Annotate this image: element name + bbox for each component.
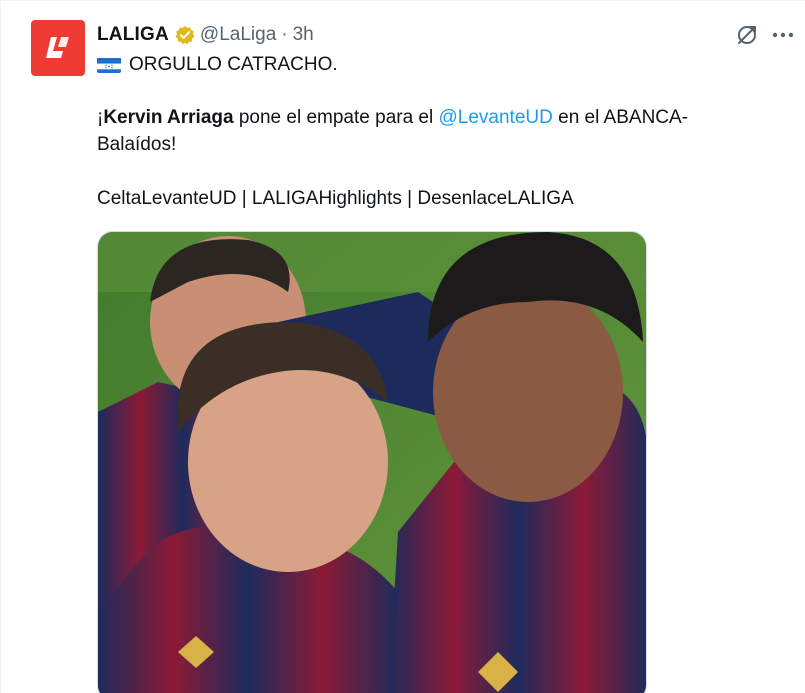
avatar[interactable] [31, 20, 85, 76]
author-name[interactable]: LALIGA [97, 24, 169, 46]
text-segment: en el ABANCA- [552, 107, 689, 128]
tweet-line-2: ¡Kervin Arriaga pone el empate para el @… [97, 104, 688, 131]
tweet-media[interactable] [97, 231, 647, 693]
separator-dot: · [281, 24, 288, 45]
more-icon[interactable] [771, 23, 795, 47]
tweet-hashtags: CeltaLevanteUD | LALIGAHighlights | Dese… [97, 188, 574, 209]
tweet-line-1: ORGULLO CATRACHO. [97, 51, 338, 78]
laliga-logo-icon [46, 37, 69, 58]
honduras-flag-icon [97, 56, 121, 73]
author-handle[interactable]: @LaLiga [200, 24, 276, 46]
player-name: Kervin Arriaga [103, 107, 234, 128]
tweet-header: LALIGA @LaLiga · 3h [97, 23, 314, 47]
text-segment: pone el empate para el [233, 107, 439, 128]
verified-badge-icon[interactable] [175, 25, 195, 45]
tweet-line-3: Balaídos! [97, 134, 177, 155]
timestamp[interactable]: 3h [293, 24, 314, 46]
mention-link[interactable]: @LevanteUD [439, 107, 553, 128]
media-image [98, 232, 646, 693]
tweet-text-line-1: ORGULLO CATRACHO. [129, 54, 338, 75]
tweet-card[interactable]: LALIGA @LaLiga · 3h ORGULLO CATRACHO. ¡K… [0, 0, 805, 693]
grok-icon[interactable] [735, 23, 759, 47]
